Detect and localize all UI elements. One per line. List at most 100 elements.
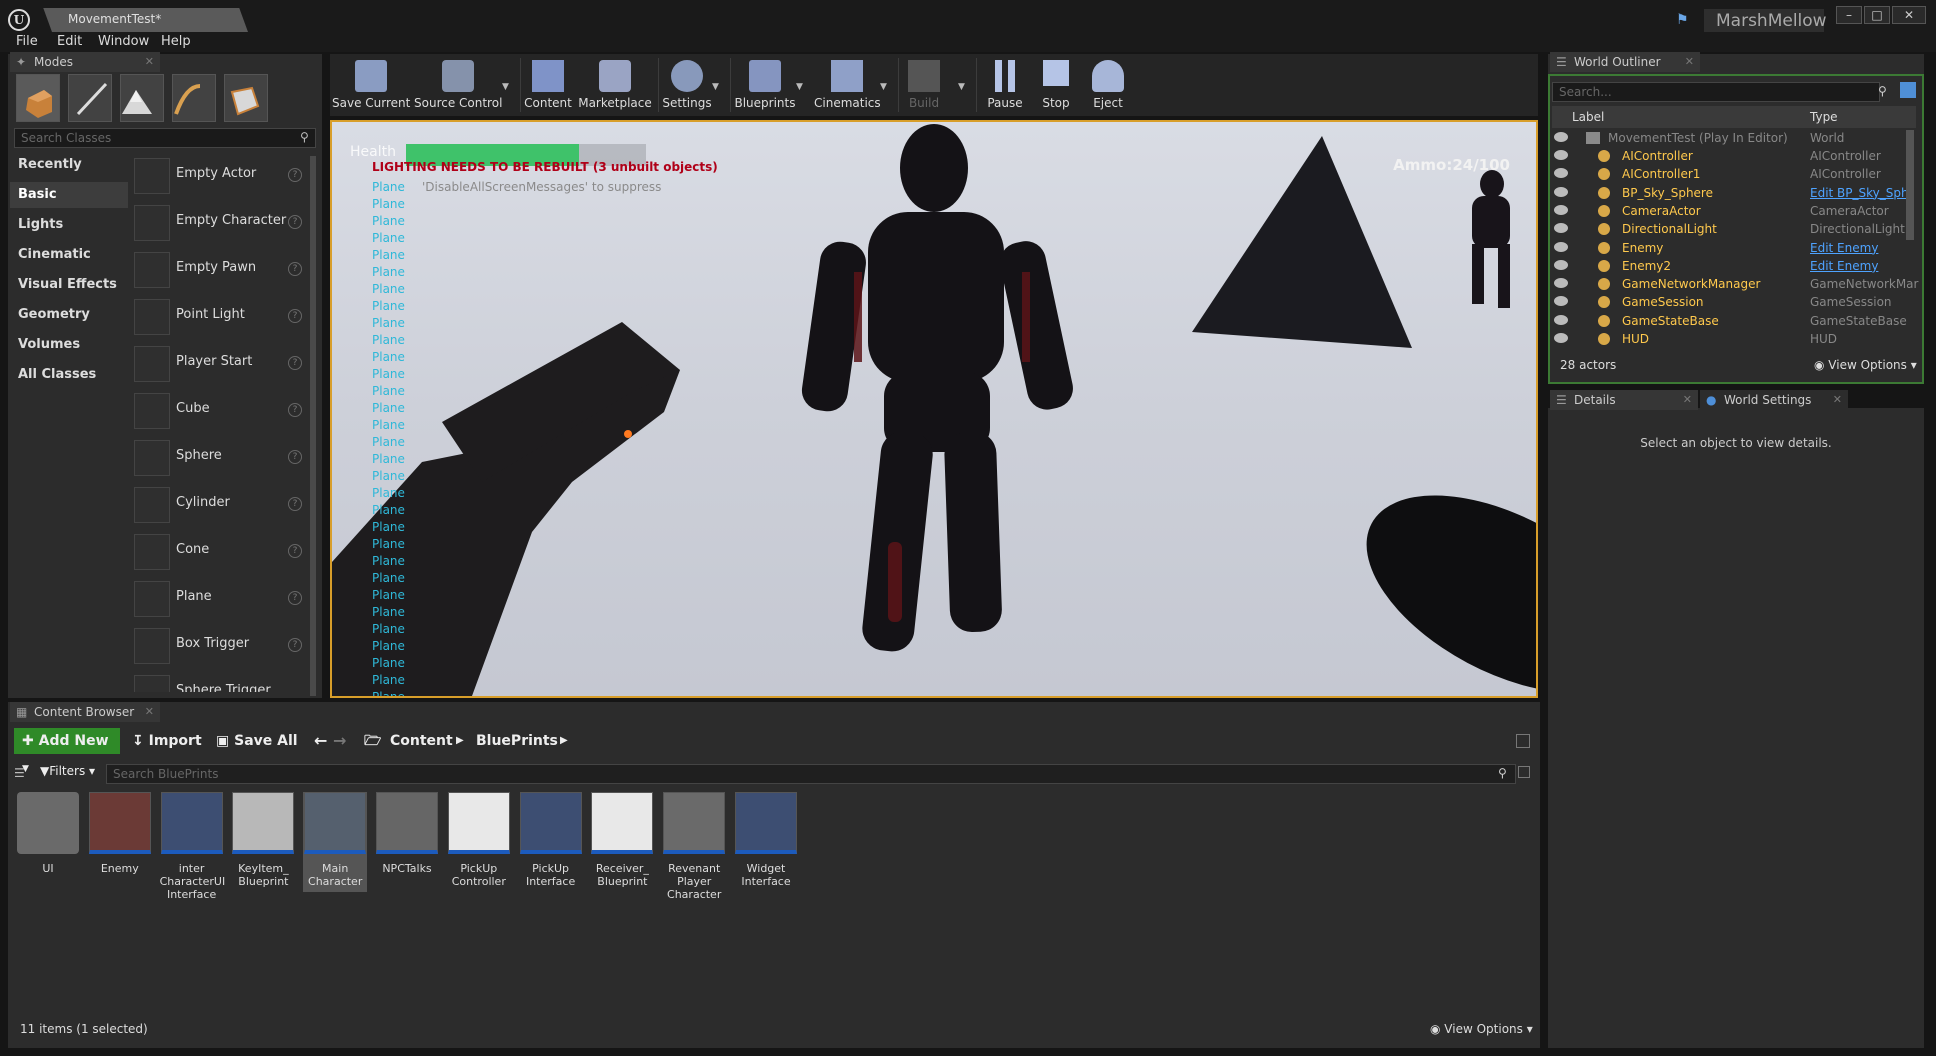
place-sphere[interactable]: Sphere? — [130, 436, 306, 480]
modes-tab[interactable]: ✦ Modes ✕ — [10, 52, 160, 72]
help-icon[interactable]: ? — [288, 638, 302, 652]
visibility-eye-icon[interactable] — [1554, 259, 1568, 270]
outliner-row[interactable]: Enemy Edit Enemy — [1552, 240, 1920, 258]
build-button[interactable]: Build — [904, 54, 944, 114]
asset-tile[interactable]: KeyItem_ Blueprint — [231, 792, 295, 888]
row-type[interactable]: Edit BP_Sky_Sph — [1810, 186, 1909, 200]
content-search-input[interactable]: Search BluePrints — [106, 764, 1516, 784]
import-button[interactable]: ↧ Import — [132, 728, 202, 754]
place-cylinder[interactable]: Cylinder? — [130, 483, 306, 527]
asset-tile[interactable]: Revenant Player Character — [662, 792, 726, 901]
visibility-eye-icon[interactable] — [1554, 186, 1568, 197]
visibility-eye-icon[interactable] — [1554, 132, 1568, 142]
place-empty-pawn[interactable]: Empty Pawn? — [130, 248, 306, 292]
category-lights[interactable]: Lights — [10, 212, 128, 238]
details-tab[interactable]: ☰ Details ✕ — [1550, 390, 1698, 410]
close-button[interactable]: ✕ — [1892, 6, 1926, 24]
category-cinematic[interactable]: Cinematic — [10, 242, 128, 268]
visibility-eye-icon[interactable] — [1554, 278, 1568, 289]
category-basic[interactable]: Basic — [10, 182, 128, 208]
help-icon[interactable]: ? — [288, 215, 302, 229]
row-type[interactable]: Edit Enemy — [1810, 241, 1878, 255]
outliner-row[interactable]: GameSession GameSession — [1552, 294, 1920, 312]
column-label[interactable]: Label — [1572, 110, 1604, 124]
visibility-eye-icon[interactable] — [1554, 333, 1568, 343]
help-icon[interactable]: ? — [288, 356, 302, 370]
history-nav[interactable]: ← → — [314, 728, 354, 754]
help-icon[interactable]: ? — [288, 591, 302, 605]
filters-button[interactable]: ▼Filters ▾ — [40, 764, 95, 778]
menu-help[interactable]: Help — [161, 34, 191, 49]
outliner-row[interactable]: GameStateBase GameStateBase — [1552, 313, 1920, 331]
visibility-eye-icon[interactable] — [1554, 241, 1568, 252]
row-type[interactable]: Edit Enemy — [1810, 259, 1878, 273]
marketplace-button[interactable]: Marketplace — [578, 54, 652, 114]
asset-tile[interactable]: UI — [16, 792, 80, 875]
place-point-light[interactable]: Point Light? — [130, 295, 306, 339]
column-type[interactable]: Type — [1810, 110, 1838, 124]
maximize-button[interactable]: □ — [1864, 6, 1890, 24]
outliner-row[interactable]: HUD HUD — [1552, 331, 1920, 349]
placeable-scrollbar[interactable] — [310, 156, 316, 696]
outliner-row[interactable]: DirectionalLight DirectionalLight — [1552, 221, 1920, 239]
asset-tile[interactable]: Widget Interface — [734, 792, 798, 888]
asset-tile[interactable]: PickUp Controller — [447, 792, 511, 888]
save-search-icon[interactable] — [1518, 766, 1530, 778]
outliner-row[interactable]: GameNetworkManager GameNetworkMar — [1552, 276, 1920, 294]
help-icon[interactable]: ? — [288, 403, 302, 417]
help-icon[interactable]: ? — [288, 262, 302, 276]
asset-tile[interactable]: inter CharacterUI Interface — [160, 792, 225, 901]
close-icon[interactable]: ✕ — [1833, 390, 1842, 410]
content-button[interactable]: Content — [522, 54, 574, 114]
source-control-button[interactable]: Source Control — [414, 54, 502, 114]
asset-tile[interactable]: NPCTalks — [375, 792, 439, 875]
help-icon[interactable]: ? — [288, 168, 302, 182]
minimize-button[interactable]: – — [1836, 6, 1862, 24]
asset-tile[interactable]: Enemy — [88, 792, 152, 875]
path-content[interactable]: Content — [390, 728, 453, 754]
asset-tile[interactable]: Main Character — [303, 792, 368, 892]
outliner-row[interactable]: AIController1 AIController — [1552, 166, 1920, 184]
asset-tile[interactable]: PickUp Interface — [519, 792, 583, 888]
world-settings-tab[interactable]: ● World Settings ✕ — [1700, 390, 1848, 410]
chevron-down-icon[interactable]: ▼ — [958, 82, 965, 92]
place-player-start[interactable]: Player Start? — [130, 342, 306, 386]
place-sphere-trigger[interactable]: Sphere Trigger — [130, 671, 306, 692]
chevron-down-icon[interactable]: ▼ — [712, 82, 719, 92]
place-cone[interactable]: Cone? — [130, 530, 306, 574]
place-plane[interactable]: Plane? — [130, 577, 306, 621]
visibility-eye-icon[interactable] — [1554, 314, 1568, 325]
help-icon[interactable]: ? — [288, 309, 302, 323]
outliner-scrollbar[interactable] — [1906, 130, 1914, 240]
outliner-row[interactable]: Enemy2 Edit Enemy — [1552, 258, 1920, 276]
chevron-down-icon[interactable]: ▼ — [796, 82, 803, 92]
help-icon[interactable]: ? — [288, 544, 302, 558]
visibility-eye-icon[interactable] — [1554, 150, 1568, 160]
visibility-eye-icon[interactable] — [1554, 296, 1568, 307]
close-icon[interactable]: ✕ — [145, 702, 154, 722]
place-empty-character[interactable]: Empty Character? — [130, 201, 306, 245]
help-icon[interactable]: ? — [288, 497, 302, 511]
menu-file[interactable]: File — [16, 34, 38, 49]
path-blueprints[interactable]: BluePrints — [476, 728, 558, 754]
category-geometry[interactable]: Geometry — [10, 302, 128, 328]
class-search-input[interactable]: Search Classes — [14, 128, 316, 148]
save-current-button[interactable]: Save Current — [332, 54, 410, 114]
settings-button[interactable]: Settings — [662, 54, 712, 114]
place-cube[interactable]: Cube? — [130, 389, 306, 433]
outliner-row[interactable]: BP_Sky_Sphere Edit BP_Sky_Sph — [1552, 185, 1920, 203]
close-icon[interactable]: ✕ — [1685, 52, 1694, 72]
blueprints-button[interactable]: Blueprints — [734, 54, 796, 114]
category-visual-effects[interactable]: Visual Effects — [10, 272, 128, 298]
lock-icon[interactable] — [1516, 734, 1530, 748]
visibility-eye-icon[interactable] — [1554, 168, 1568, 179]
visibility-eye-icon[interactable] — [1554, 204, 1568, 215]
save-all-button[interactable]: ▣ Save All — [216, 728, 298, 754]
help-icon[interactable]: ? — [288, 450, 302, 464]
notification-icon[interactable]: ⚑ — [1676, 12, 1689, 28]
add-folder-icon[interactable] — [1900, 82, 1916, 98]
chevron-down-icon[interactable]: ▼ — [502, 82, 509, 92]
menu-edit[interactable]: Edit — [57, 34, 82, 49]
outliner-view-options[interactable]: ◉ View Options ▾ — [1814, 358, 1917, 372]
world-outliner-tab[interactable]: ☰ World Outliner ✕ — [1550, 52, 1700, 72]
